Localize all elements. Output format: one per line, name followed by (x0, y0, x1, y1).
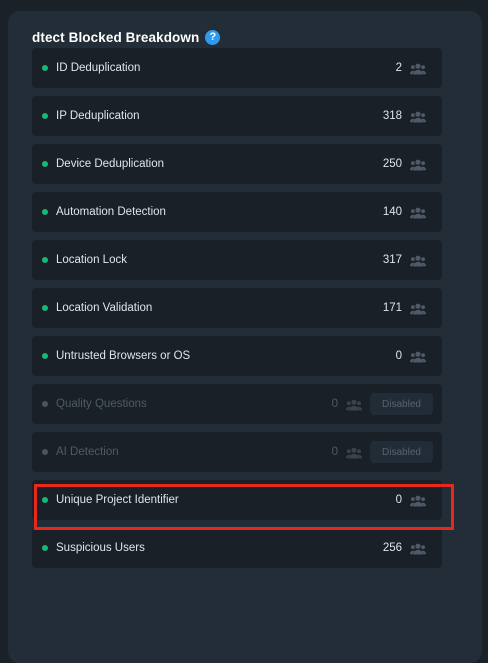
row-count: 171 (382, 302, 402, 314)
breakdown-row: Unique Project Identifier 0 (32, 480, 442, 520)
status-dot (42, 353, 48, 359)
row-count: 2 (395, 62, 402, 74)
row-count: 250 (382, 158, 402, 170)
breakdown-row: ID Deduplication 2 (32, 48, 442, 88)
status-dot (42, 113, 48, 119)
status-dot (42, 401, 48, 407)
row-count: 317 (382, 254, 402, 266)
users-icon (410, 158, 426, 171)
status-dot (42, 209, 48, 215)
breakdown-row: Device Deduplication 250 (32, 144, 442, 184)
breakdown-row: Location Validation 171 (32, 288, 442, 328)
help-icon[interactable]: ? (205, 29, 221, 45)
row-label: IP Deduplication (56, 110, 140, 122)
panel-title: dtect Blocked Breakdown (32, 29, 200, 45)
users-icon (410, 110, 426, 123)
users-icon (410, 542, 426, 555)
row-label: ID Deduplication (56, 62, 141, 74)
status-dot (42, 305, 48, 311)
row-label: Automation Detection (56, 206, 166, 218)
status-dot (42, 449, 48, 455)
row-count: 256 (382, 542, 402, 554)
status-dot (42, 497, 48, 503)
row-count: 0 (331, 446, 338, 458)
row-label: Quality Questions (56, 398, 147, 410)
users-icon (410, 254, 426, 267)
users-icon (346, 446, 362, 459)
row-count: 140 (382, 206, 402, 218)
breakdown-list: ID Deduplication 2 IP Deduplication 318 Devi… (32, 48, 442, 576)
row-label: Unique Project Identifier (56, 494, 179, 506)
row-label: Location Lock (56, 254, 127, 266)
panel-header: dtect Blocked Breakdown ? (32, 28, 221, 46)
disabled-badge: Disabled (370, 393, 433, 415)
row-count: 318 (382, 110, 402, 122)
row-count: 0 (395, 494, 402, 506)
status-dot (42, 257, 48, 263)
row-label: Untrusted Browsers or OS (56, 350, 191, 362)
users-icon (410, 206, 426, 219)
users-icon (410, 62, 426, 75)
users-icon (410, 494, 426, 507)
status-dot (42, 545, 48, 551)
breakdown-row: Location Lock 317 (32, 240, 442, 280)
row-count: 0 (395, 350, 402, 362)
breakdown-row: Untrusted Browsers or OS 0 (32, 336, 442, 376)
row-label: Location Validation (56, 302, 153, 314)
row-label: Suspicious Users (56, 542, 145, 554)
users-icon (410, 350, 426, 363)
status-dot (42, 65, 48, 71)
users-icon (346, 398, 362, 411)
status-dot (42, 161, 48, 167)
breakdown-row: Quality Questions 0 Disabled (32, 384, 442, 424)
users-icon (410, 302, 426, 315)
breakdown-row: IP Deduplication 318 (32, 96, 442, 136)
disabled-badge: Disabled (370, 441, 433, 463)
row-label: AI Detection (56, 446, 119, 458)
breakdown-row: Suspicious Users 256 (32, 528, 442, 568)
breakdown-row: AI Detection 0 Disabled (32, 432, 442, 472)
breakdown-row: Automation Detection 140 (32, 192, 442, 232)
row-count: 0 (331, 398, 338, 410)
row-label: Device Deduplication (56, 158, 165, 170)
